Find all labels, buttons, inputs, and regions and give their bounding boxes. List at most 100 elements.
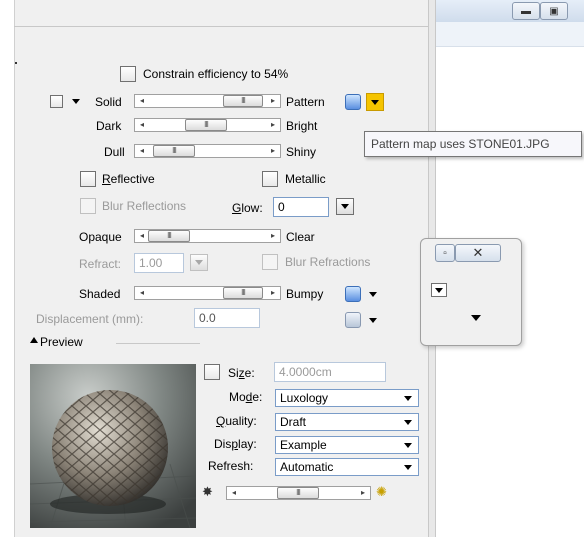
slider-left-arrow-icon[interactable]: ◂	[136, 119, 148, 131]
preview-collapse-icon[interactable]	[30, 337, 38, 343]
displacement-label: Displacement (mm):	[36, 312, 144, 326]
slider-thumb[interactable]: III	[153, 145, 195, 157]
chevron-down-icon	[404, 396, 412, 401]
slider-thumb[interactable]: III	[185, 119, 227, 131]
refresh-label: Refresh:	[208, 459, 254, 473]
preview-light-slider[interactable]: ◂ III ▸	[226, 486, 371, 500]
pattern-map-tooltip: Pattern map uses STONE01.JPG	[364, 131, 582, 157]
chevron-down-icon	[341, 204, 349, 209]
size-label: Size:	[228, 366, 255, 380]
constrain-efficiency-label: Constrain efficiency to 54%	[143, 67, 289, 81]
glow-input[interactable]: 0	[273, 197, 329, 217]
reflective-label: Reflective	[102, 172, 155, 186]
slider-thumb[interactable]: III	[223, 287, 263, 299]
chevron-down-icon	[404, 420, 412, 425]
reflective-checkbox[interactable]	[80, 171, 96, 187]
size-checkbox[interactable]	[204, 364, 220, 380]
blur-reflections-checkbox[interactable]	[80, 198, 96, 214]
slider-left-arrow-icon[interactable]: ◂	[136, 230, 148, 242]
slider-thumb[interactable]: III	[277, 487, 319, 499]
dull-shiny-slider[interactable]: ◂ III ▸	[134, 144, 281, 158]
slider-right-arrow-icon[interactable]: ▸	[267, 230, 279, 242]
display-label: Display:	[214, 437, 257, 451]
opaque-clear-slider[interactable]: ◂ III ▸	[134, 229, 281, 243]
solid-row-checkbox[interactable]	[50, 95, 63, 108]
slider-right-arrow-icon[interactable]: ▸	[267, 287, 279, 299]
refract-input[interactable]: 1.00	[134, 253, 184, 273]
displacement-input[interactable]: 0.0	[194, 308, 260, 328]
clear-label: Clear	[286, 230, 315, 244]
opaque-label: Opaque	[79, 230, 122, 244]
dialog-dropdown-button[interactable]	[431, 283, 447, 297]
slider-right-arrow-icon[interactable]: ▸	[267, 119, 279, 131]
panel-marker	[15, 62, 17, 64]
bump-map-icon[interactable]	[345, 286, 361, 302]
bright-sun-icon: ✺	[376, 484, 387, 499]
refract-dropdown-button[interactable]	[190, 254, 208, 271]
solid-options-dropdown-icon[interactable]	[72, 99, 80, 104]
bright-label: Bright	[286, 119, 318, 133]
dialog-menu-icon[interactable]	[471, 315, 481, 321]
slider-left-arrow-icon[interactable]: ◂	[136, 95, 148, 107]
chevron-down-icon	[371, 100, 379, 105]
maximize-icon: ▣	[549, 5, 559, 17]
constrain-efficiency-checkbox[interactable]	[120, 66, 136, 82]
bumpy-label: Bumpy	[286, 287, 324, 301]
blur-refractions-label: Blur Refractions	[285, 255, 371, 269]
quality-select[interactable]: Draft	[275, 413, 419, 431]
maximize-icon: ▫	[443, 247, 447, 259]
minimize-button[interactable]: ▬	[512, 2, 540, 20]
preview-render-svg	[30, 364, 196, 528]
slider-thumb[interactable]: III	[223, 95, 263, 107]
slider-right-arrow-icon[interactable]: ▸	[357, 487, 369, 499]
metallic-checkbox[interactable]	[262, 171, 278, 187]
shaded-bumpy-slider[interactable]: ◂ III ▸	[134, 286, 281, 300]
chevron-down-icon	[404, 465, 412, 470]
solid-pattern-slider[interactable]: ◂ III ▸	[134, 94, 281, 108]
panel-header-divider	[14, 26, 428, 27]
dialog-maximize-button[interactable]: ▫	[435, 244, 455, 262]
refresh-select[interactable]: Automatic	[275, 458, 419, 476]
blur-refractions-checkbox[interactable]	[262, 254, 278, 270]
shiny-label: Shiny	[286, 145, 317, 159]
background-dialog: ▫ ✕	[420, 238, 522, 346]
refract-label: Refract:	[79, 257, 122, 271]
material-preview-image	[30, 364, 196, 528]
displacement-map-icon[interactable]	[345, 312, 361, 328]
displacement-map-menu-icon[interactable]	[369, 318, 377, 323]
dark-bright-slider[interactable]: ◂ III ▸	[134, 118, 281, 132]
preview-section-label[interactable]: Preview	[40, 335, 83, 349]
chevron-down-icon	[404, 443, 412, 448]
quality-label: Quality:	[216, 414, 257, 428]
chevron-down-icon	[435, 288, 443, 293]
metallic-label: Metallic	[285, 172, 326, 186]
slider-right-arrow-icon[interactable]: ▸	[267, 145, 279, 157]
pattern-map-icon[interactable]	[345, 94, 361, 110]
pattern-map-menu-button[interactable]	[366, 93, 384, 111]
shaded-label: Shaded	[79, 287, 121, 301]
slider-left-arrow-icon[interactable]: ◂	[228, 487, 240, 499]
solid-label: Solid	[95, 95, 122, 109]
chevron-down-icon	[195, 260, 203, 265]
dull-label: Dull	[104, 145, 125, 159]
slider-thumb[interactable]: III	[148, 230, 190, 242]
glow-dropdown-button[interactable]	[336, 198, 354, 215]
slider-left-arrow-icon[interactable]: ◂	[136, 145, 148, 157]
preview-divider	[116, 343, 200, 344]
size-input[interactable]: 4.0000cm	[274, 362, 386, 382]
background-window-toolbar	[435, 22, 584, 47]
dark-sun-icon: ✸	[202, 484, 213, 499]
display-select[interactable]: Example	[275, 436, 419, 454]
bump-map-menu-icon[interactable]	[369, 292, 377, 297]
slider-left-arrow-icon[interactable]: ◂	[136, 287, 148, 299]
close-icon: ✕	[472, 245, 484, 260]
minimize-icon: ▬	[521, 5, 531, 17]
dialog-close-button[interactable]: ✕	[455, 244, 501, 262]
maximize-button[interactable]: ▣	[540, 2, 568, 20]
pattern-label: Pattern	[286, 95, 325, 109]
slider-right-arrow-icon[interactable]: ▸	[267, 95, 279, 107]
mode-select[interactable]: Luxology	[275, 389, 419, 407]
dark-label: Dark	[96, 119, 122, 133]
glow-label: Glow:	[232, 201, 263, 215]
blur-reflections-label: Blur Reflections	[102, 199, 187, 213]
